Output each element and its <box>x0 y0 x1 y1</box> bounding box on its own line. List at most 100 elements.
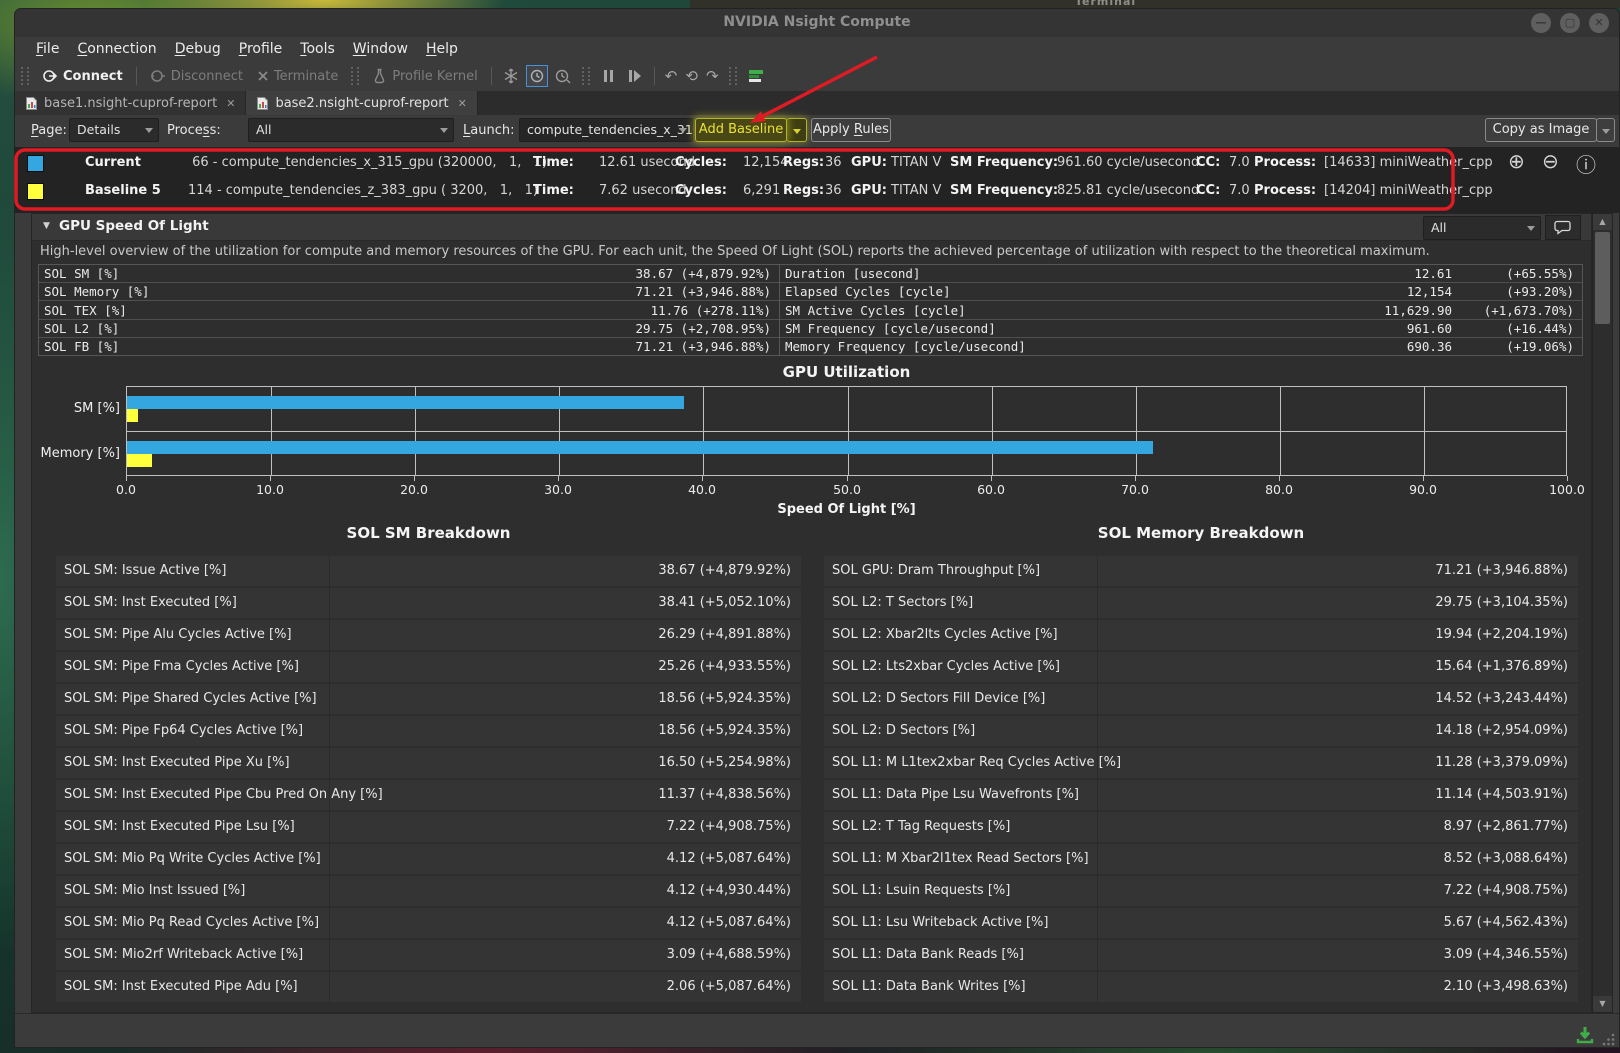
menu-help[interactable]: Help <box>417 40 467 58</box>
titlebar[interactable]: NVIDIA Nsight Compute — ▢ ✕ <box>15 9 1619 38</box>
toolbar-drag-handle[interactable] <box>351 67 359 85</box>
sm_frequency-label: SM Frequency: <box>950 183 1058 198</box>
metric-label: SOL SM [%] <box>39 266 636 281</box>
tick-mark <box>847 476 848 481</box>
step-back-icon[interactable]: ↶ <box>665 67 678 85</box>
gpu-label: GPU: <box>851 155 887 170</box>
terminate-button[interactable]: Terminate <box>250 69 345 84</box>
process-dropdown[interactable]: All <box>248 118 454 142</box>
sol-metrics-table: SOL SM [%]38.67 (+4,879.92%)SOL Memory [… <box>38 264 1583 356</box>
toolbar-drag-handle[interactable] <box>729 67 737 85</box>
step-icon[interactable] <box>624 65 646 87</box>
disconnect-button[interactable]: Disconnect <box>143 68 250 84</box>
freeze-api-icon[interactable] <box>500 65 522 87</box>
vertical-scrollbar[interactable]: ▲ ▼ <box>1592 213 1613 1013</box>
bar-current-0 <box>127 396 684 409</box>
apply-rules-button[interactable]: Apply Rules <box>811 118 891 142</box>
scroll-down-icon[interactable]: ▼ <box>1593 996 1612 1012</box>
add-baseline-button[interactable]: Add Baseline <box>695 118 787 142</box>
x-tick-label: 0.0 <box>91 482 161 497</box>
toolbar-drag-handle[interactable] <box>582 67 590 85</box>
menu-window[interactable]: Window <box>344 40 417 58</box>
report-control-row: Page: Details Process: All Launch: compu… <box>15 115 1619 147</box>
api-log-icon[interactable] <box>745 65 767 87</box>
metric-row: SOL Memory [%]71.21 (+3,946.88%) <box>39 282 779 300</box>
x-tick-label: 60.0 <box>956 482 1026 497</box>
tab-close-icon[interactable]: ✕ <box>226 97 235 110</box>
pause-icon[interactable] <box>598 65 620 87</box>
metric-value: 14.18 (+2,954.09%) <box>1435 716 1568 746</box>
close-button[interactable]: ✕ <box>1589 13 1609 33</box>
tick-mark <box>414 476 415 481</box>
process-value: [14204] miniWeather_cpp <box>1324 183 1493 198</box>
menu-profile[interactable]: Profile <box>230 40 292 58</box>
metric-value: 14.52 (+3,243.44%) <box>1435 684 1568 714</box>
status-bar <box>15 1013 1619 1048</box>
metric-value: 7.22 (+4,908.75%) <box>667 812 791 842</box>
add-baseline-dropdown-button[interactable] <box>787 118 807 142</box>
category-label: SM [%] <box>34 401 120 416</box>
report-document-icon <box>25 96 38 111</box>
section-filter-dropdown[interactable]: All <box>1423 216 1541 240</box>
minimize-button[interactable]: — <box>1531 13 1551 33</box>
maximize-button[interactable]: ▢ <box>1560 13 1580 33</box>
report-document-icon <box>256 96 269 111</box>
download-icon[interactable] <box>1575 1026 1595 1044</box>
tab-label: base2.nsight-cuprof-report <box>275 96 448 111</box>
x-tick-label: 70.0 <box>1100 482 1170 497</box>
window-title: NVIDIA Nsight Compute <box>15 14 1619 30</box>
profile-kernel-button[interactable]: Profile Kernel <box>365 68 484 84</box>
menu-connection[interactable]: Connection <box>68 40 165 58</box>
metric-value: 71.21 (+3,946.88%) <box>636 339 779 354</box>
comment-button[interactable] <box>1545 215 1581 240</box>
comparison-row-baseline: Baseline 5114 - compute_tendencies_z_383… <box>15 179 1619 205</box>
metric-value: 15.64 (+1,376.89%) <box>1435 652 1568 682</box>
process-label: Process: <box>1254 183 1316 198</box>
step-forward-icon[interactable]: ↷ <box>706 67 719 85</box>
metric-row: SOL TEX [%]11.76 (+278.11%) <box>39 300 779 318</box>
scroll-up-icon[interactable]: ▲ <box>1593 214 1612 230</box>
resize-grip[interactable] <box>1601 1032 1616 1047</box>
gpu-value: TITAN V <box>891 155 941 170</box>
scrollbar-thumb[interactable] <box>1595 232 1610 324</box>
memory-breakdown-title: SOL Memory Breakdown <box>824 524 1578 542</box>
metric-label: Elapsed Cycles [cycle] <box>780 284 1119 299</box>
toolbar-separator <box>654 67 655 85</box>
collapse-caret-icon[interactable]: ▼ <box>43 221 50 231</box>
section-header-gpu-speed-of-light[interactable]: ▼ GPU Speed Of Light All <box>32 214 1591 241</box>
x-tick-label: 20.0 <box>379 482 449 497</box>
metric-delta: (+1,673.70%) <box>1452 303 1582 318</box>
metric-label: SOL L1: Data Bank Reads [%] <box>832 940 1024 970</box>
connect-button[interactable]: Connect <box>35 68 130 84</box>
tab-base1.nsight-cuprof-report[interactable]: base1.nsight-cuprof-report ✕ <box>15 91 246 115</box>
menu-debug[interactable]: Debug <box>166 40 230 58</box>
profile-kernel-next-icon[interactable] <box>552 65 574 87</box>
gpu-value: TITAN V <box>891 183 941 198</box>
metric-row: SM Active Cycles [cycle]11,629.90(+1,673… <box>780 300 1582 318</box>
x-tick-label: 10.0 <box>235 482 305 497</box>
copy-as-image-button[interactable]: Copy as Image <box>1485 118 1597 142</box>
metric-value: 11.28 (+3,379.09%) <box>1435 748 1568 778</box>
menu-tools[interactable]: Tools <box>291 40 344 58</box>
page-dropdown[interactable]: Details <box>69 118 159 142</box>
table-row: SOL SM: Issue Active [%]38.67 (+4,879.92… <box>56 556 801 586</box>
toolbar-separator <box>491 67 492 85</box>
tab-base2.nsight-cuprof-report[interactable]: base2.nsight-cuprof-report ✕ <box>246 91 477 115</box>
table-row: SOL L2: Lts2xbar Cycles Active [%]15.64 … <box>824 652 1578 682</box>
menu-file[interactable]: File <box>27 40 68 58</box>
metric-label: SOL SM: Inst Executed Pipe Xu [%] <box>64 748 290 778</box>
toolbar-drag-handle[interactable] <box>21 67 29 85</box>
page-label: Page: <box>31 123 67 138</box>
tab-close-icon[interactable]: ✕ <box>458 97 467 110</box>
tab-label: base1.nsight-cuprof-report <box>44 96 217 111</box>
resume-icon[interactable]: ⟲ <box>685 67 698 85</box>
metric-value: 4.12 (+4,930.44%) <box>667 876 791 906</box>
launch-dropdown[interactable]: compute_tendencies_x_315_gpu <box>519 118 693 142</box>
table-row: SOL SM: Pipe Shared Cycles Active [%]18.… <box>56 684 801 714</box>
metric-value: 29.75 (+3,104.35%) <box>1435 588 1568 618</box>
profile-kernel-series-icon[interactable] <box>526 65 548 87</box>
copy-as-image-dropdown-button[interactable] <box>1596 118 1615 142</box>
table-row: SOL SM: Pipe Fp64 Cycles Active [%]18.56… <box>56 716 801 746</box>
tabbar: base1.nsight-cuprof-report✕base2.nsight-… <box>15 91 1619 115</box>
metric-value: 8.97 (+2,861.77%) <box>1444 812 1568 842</box>
